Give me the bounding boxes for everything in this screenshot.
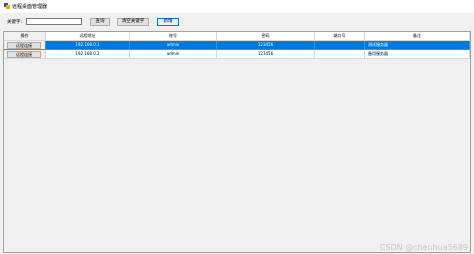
clear-keyword-button[interactable]: 清空关键字 xyxy=(117,18,149,26)
watermark: CSDN @chenhua5689 xyxy=(379,243,468,252)
title-bar: 远程桌面管理器 xyxy=(0,0,474,13)
action-cell: 远程连接 xyxy=(4,50,46,59)
grid-header: 操作 远程地址 账号 密码 端口号 备注 xyxy=(4,32,470,41)
table-row[interactable]: 远程连接 192.168.0.1 admin 123456 测试服务器 xyxy=(4,41,470,50)
remote-connect-button[interactable]: 远程连接 xyxy=(7,42,41,49)
column-header-account[interactable]: 账号 xyxy=(130,32,217,41)
address-cell[interactable]: 192.168.0.1 xyxy=(46,41,130,50)
column-header-note[interactable]: 备注 xyxy=(365,32,470,41)
column-header-port[interactable]: 端口号 xyxy=(315,32,365,41)
table-row[interactable]: 远程连接 192.168.0.2 admin 123456 备用服务器 xyxy=(4,50,470,59)
keyword-label: 关键字: xyxy=(7,20,23,25)
window-title: 远程桌面管理器 xyxy=(12,4,48,10)
app-icon xyxy=(4,3,10,9)
query-button[interactable]: 查询 xyxy=(90,18,110,26)
account-cell[interactable]: admin xyxy=(130,41,217,50)
keyword-input[interactable] xyxy=(26,18,82,25)
column-header-action[interactable]: 操作 xyxy=(4,32,46,41)
note-cell[interactable]: 测试服务器 xyxy=(365,41,470,50)
connection-grid[interactable]: 操作 远程地址 账号 密码 端口号 备注 远程连接 192.168.0.1 ad… xyxy=(3,31,471,253)
account-cell[interactable]: admin xyxy=(130,50,217,59)
address-cell[interactable]: 192.168.0.2 xyxy=(46,50,130,59)
note-cell[interactable]: 备用服务器 xyxy=(365,50,470,59)
column-header-password[interactable]: 密码 xyxy=(217,32,315,41)
app-window: 远程桌面管理器 关键字: 查询 清空关键字 新增 操作 远程地址 账号 密码 端… xyxy=(0,0,474,254)
new-button[interactable]: 新增 xyxy=(157,18,179,26)
action-cell: 远程连接 xyxy=(4,41,46,50)
port-cell[interactable] xyxy=(315,50,365,59)
remote-connect-button[interactable]: 远程连接 xyxy=(7,51,41,58)
port-cell[interactable] xyxy=(315,41,365,50)
password-cell[interactable]: 123456 xyxy=(217,50,315,59)
column-header-address[interactable]: 远程地址 xyxy=(46,32,130,41)
password-cell[interactable]: 123456 xyxy=(217,41,315,50)
